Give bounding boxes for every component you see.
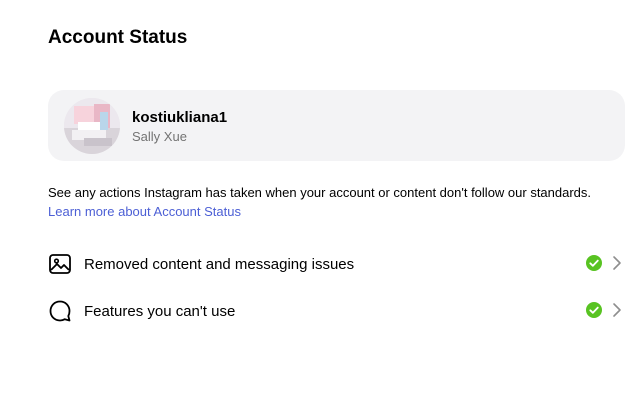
chevron-right-icon (613, 256, 621, 270)
account-display-name: Sally Xue (132, 129, 187, 144)
avatar (64, 98, 120, 154)
page-title: Account Status (48, 27, 188, 48)
removed-content-row[interactable]: Removed content and messaging issues (48, 244, 633, 284)
chevron-right-icon (613, 303, 621, 317)
learn-more-link[interactable]: Learn more about Account Status (48, 204, 241, 219)
account-card[interactable]: kostiukliana1 Sally Xue (48, 90, 625, 161)
profile-photo-icon (64, 98, 120, 154)
features-cant-use-label: Features you can't use (84, 303, 236, 320)
check-circle-icon (586, 255, 602, 271)
removed-content-label: Removed content and messaging issues (84, 256, 355, 273)
account-status-description: See any actions Instagram has taken when… (48, 183, 608, 221)
account-username: kostiukliana1 (132, 109, 228, 126)
image-icon (49, 254, 71, 274)
description-text: See any actions Instagram has taken when… (48, 185, 592, 200)
features-cant-use-row[interactable]: Features you can't use (48, 291, 633, 331)
speech-bubble-icon (49, 300, 71, 322)
account-status-page: Account Status kostiukliana1 Sally Xue S… (0, 0, 633, 403)
check-circle-icon (586, 302, 602, 318)
